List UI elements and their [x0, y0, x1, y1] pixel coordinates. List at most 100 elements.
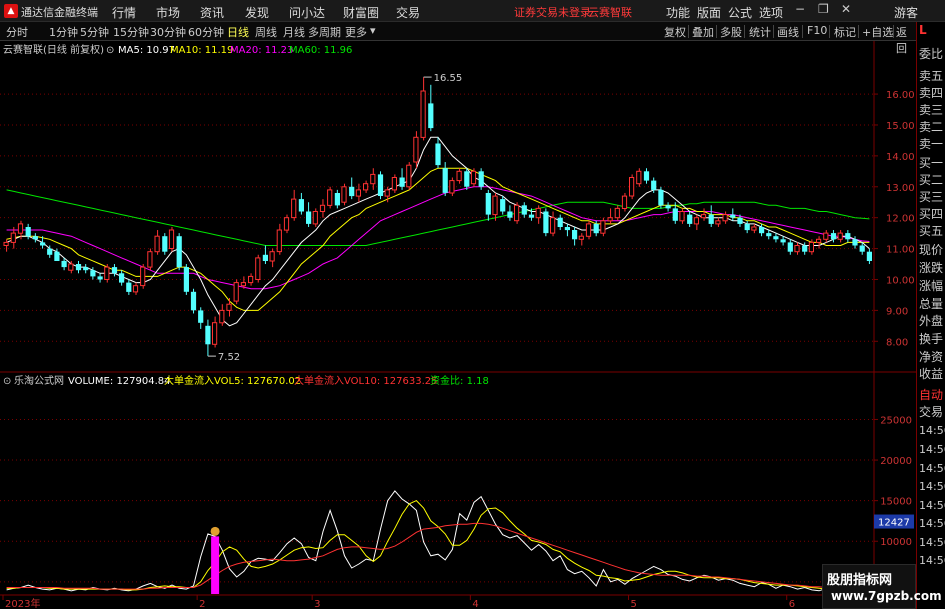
candle[interactable]: [226, 298, 232, 317]
menu-item-ask[interactable]: 问小达: [289, 4, 325, 21]
candle[interactable]: [147, 248, 153, 271]
candle[interactable]: [578, 233, 584, 246]
candle[interactable]: [449, 177, 455, 197]
stock-chart[interactable]: 8.00 9.00 10.00 11.00 12.00 13.00 14.00 15.00 16…: [0, 41, 916, 609]
candle[interactable]: [3, 239, 9, 252]
candle[interactable]: [636, 168, 642, 187]
tab-period-monthly[interactable]: 月线: [283, 24, 305, 40]
candle[interactable]: [255, 254, 261, 283]
tab-period-15min[interactable]: 15分钟: [113, 24, 149, 40]
menu-item-news[interactable]: 资讯: [200, 4, 224, 21]
candle[interactable]: [312, 208, 318, 227]
candle[interactable]: [233, 279, 239, 305]
f10-button[interactable]: F10: [807, 24, 827, 37]
candle[interactable]: [75, 260, 82, 274]
overlay-button[interactable]: 叠加: [692, 24, 714, 40]
candle[interactable]: [607, 208, 613, 224]
multi-stock-button[interactable]: 多股: [720, 24, 742, 40]
trade-login-alert[interactable]: 证券交易未登录: [514, 4, 591, 20]
menu-item-quotes[interactable]: 行情: [112, 4, 136, 21]
candle[interactable]: [212, 316, 218, 348]
candle[interactable]: [413, 131, 419, 169]
tab-period-60min[interactable]: 60分钟: [188, 24, 224, 40]
candle[interactable]: [629, 174, 635, 200]
candle[interactable]: [442, 162, 448, 197]
candle[interactable]: [621, 192, 628, 212]
candle[interactable]: [219, 304, 225, 326]
auto-button[interactable]: 自动: [919, 386, 943, 403]
candle[interactable]: [600, 217, 606, 237]
candle[interactable]: [572, 226, 578, 246]
candle[interactable]: [500, 196, 506, 215]
restore-icon[interactable]: ❐: [818, 2, 829, 16]
candle[interactable]: [507, 205, 513, 221]
trade-detail-tab[interactable]: 交易: [919, 403, 943, 420]
menu-item-trade[interactable]: 交易: [396, 4, 420, 21]
candle[interactable]: [198, 307, 204, 329]
candle[interactable]: [370, 168, 376, 190]
candle[interactable]: [176, 233, 182, 271]
tab-period-5min[interactable]: 5分钟: [80, 24, 109, 40]
menu-item-function[interactable]: 功能: [666, 4, 690, 21]
candle[interactable]: [319, 199, 326, 218]
statistics-button[interactable]: 统计: [749, 24, 771, 40]
menu-item-options[interactable]: 选项: [759, 4, 783, 21]
menu-item-fortune[interactable]: 财富圈: [343, 4, 379, 21]
candle[interactable]: [514, 202, 520, 224]
candle[interactable]: [722, 211, 728, 224]
candle[interactable]: [126, 279, 132, 295]
candle[interactable]: [276, 223, 282, 255]
add-watchlist-button[interactable]: +自选: [862, 24, 893, 40]
candle[interactable]: [334, 189, 340, 209]
candle[interactable]: [377, 171, 384, 200]
candle[interactable]: [614, 205, 620, 221]
candle[interactable]: [132, 282, 139, 295]
candle[interactable]: [585, 220, 592, 240]
candle[interactable]: [183, 264, 189, 295]
candle[interactable]: [391, 174, 397, 193]
candle[interactable]: [168, 226, 175, 252]
menu-item-layout[interactable]: 版面: [697, 4, 721, 21]
menu-item-discover[interactable]: 发现: [245, 4, 269, 21]
candle[interactable]: [715, 217, 721, 227]
candle[interactable]: [679, 208, 685, 224]
candle[interactable]: [306, 202, 312, 227]
candle[interactable]: [327, 186, 333, 209]
candle[interactable]: [190, 288, 197, 314]
tab-period-1min[interactable]: 1分钟: [49, 24, 78, 40]
adjust-button[interactable]: 复权: [664, 24, 686, 40]
candle[interactable]: [816, 236, 822, 249]
candle[interactable]: [154, 230, 160, 255]
candle[interactable]: [399, 168, 405, 190]
candle[interactable]: [97, 273, 103, 283]
candle[interactable]: [456, 168, 462, 184]
candle[interactable]: [708, 205, 714, 227]
menu-item-formula[interactable]: 公式: [728, 4, 752, 21]
candle[interactable]: [205, 319, 211, 357]
candle[interactable]: [420, 77, 426, 141]
candle[interactable]: [349, 177, 355, 200]
tab-period-weekly[interactable]: 周线: [255, 24, 277, 40]
candle[interactable]: [693, 214, 699, 231]
chevron-down-icon[interactable]: ▾: [370, 24, 376, 37]
candle[interactable]: [543, 208, 549, 237]
candle[interactable]: [564, 223, 570, 237]
candle[interactable]: [787, 239, 793, 255]
mark-button[interactable]: 标记: [834, 24, 856, 40]
candle[interactable]: [83, 264, 89, 274]
candle[interactable]: [485, 189, 491, 221]
candle[interactable]: [32, 233, 38, 243]
candle[interactable]: [162, 233, 168, 255]
candle[interactable]: [687, 211, 693, 227]
candle[interactable]: [751, 223, 757, 234]
candle[interactable]: [262, 245, 268, 265]
candle[interactable]: [780, 236, 786, 246]
candle[interactable]: [140, 264, 146, 289]
candle[interactable]: [794, 242, 800, 255]
candle[interactable]: [773, 233, 779, 243]
candle[interactable]: [291, 189, 297, 221]
eye-icon[interactable]: ⊙: [3, 376, 11, 387]
candle[interactable]: [298, 192, 304, 215]
candle[interactable]: [283, 214, 290, 234]
candle[interactable]: [557, 214, 563, 231]
